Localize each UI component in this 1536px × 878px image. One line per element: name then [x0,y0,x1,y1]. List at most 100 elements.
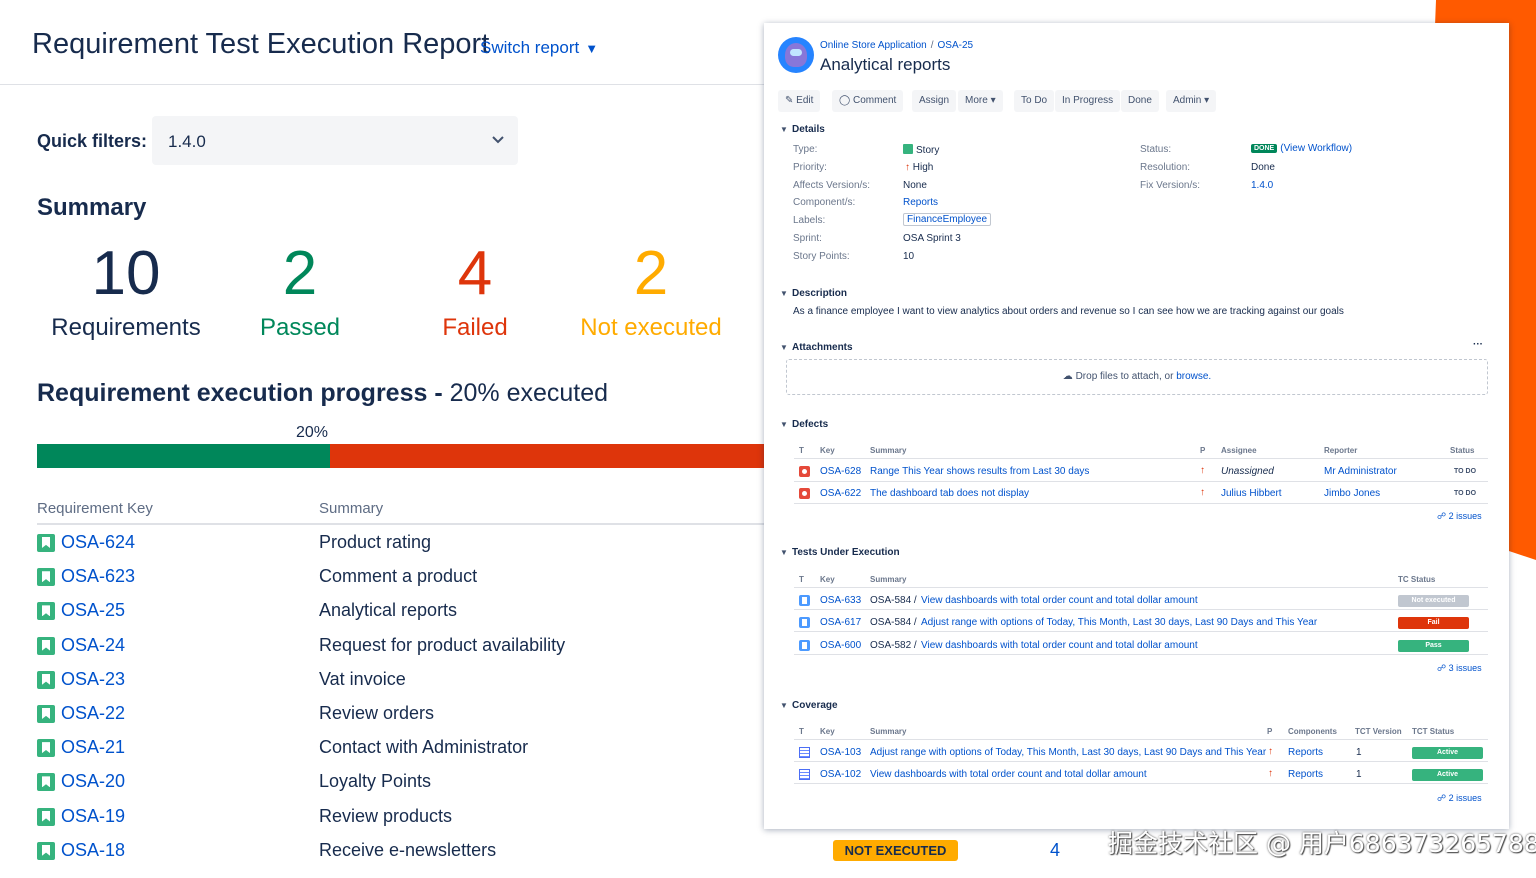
requirement-key-link[interactable]: OSA-22 [61,703,125,724]
breadcrumb-issue-key[interactable]: OSA-25 [938,40,974,51]
test-icon [799,640,810,654]
view-workflow-link[interactable]: (View Workflow) [1280,143,1352,154]
requirement-key-link[interactable]: OSA-23 [61,669,125,690]
breadcrumb-project[interactable]: Online Store Application [820,40,927,51]
requirement-summary: Vat invoice [319,668,406,689]
table-divider [794,481,1488,482]
defect-summary-link[interactable]: The dashboard tab does not display [870,488,1029,499]
attachments-more-button[interactable]: ··· [1473,339,1483,350]
test-icon [799,595,810,609]
defect-reporter-link[interactable]: Jimbo Jones [1324,488,1380,499]
coverage-component-link[interactable]: Reports [1288,769,1323,780]
browse-link[interactable]: browse. [1176,371,1211,382]
status-value: DONE (View Workflow) [1251,143,1352,154]
affects-label: Affects Version/s: [793,180,871,191]
requirement-key-link[interactable]: OSA-624 [61,532,135,553]
details-section-toggle[interactable]: ▼ Details [780,124,825,135]
admin-label: Admin [1173,95,1202,106]
requirement-key-link[interactable]: OSA-25 [61,600,125,621]
story-icon [37,670,55,689]
table-divider [794,609,1488,610]
comment-icon: ◯ [839,95,851,106]
defect-assignee-link[interactable]: Julius Hibbert [1221,488,1282,499]
story-icon [37,704,55,723]
affects-value: None [903,180,927,191]
edit-button[interactable]: ✎ Edit [778,90,821,112]
column-header: TCT Status [1412,727,1455,736]
requirement-key-link[interactable]: OSA-19 [61,806,125,827]
to-do-button[interactable]: To Do [1014,90,1055,112]
column-header: Key [820,727,835,736]
component-link[interactable]: Reports [903,197,938,208]
test-key-link[interactable]: OSA-617 [820,617,861,628]
resolution-label: Resolution: [1140,162,1191,173]
requirement-summary: Contact with Administrator [319,737,529,758]
requirement-key-link[interactable]: OSA-24 [61,635,125,656]
story-icon [37,602,55,621]
breadcrumb: Online Store Application / OSA-25 [820,40,973,51]
coverage-count-text: 2 issues [1448,793,1482,803]
column-header: T [799,727,804,736]
admin-button[interactable]: Admin ▾ [1166,90,1217,112]
test-summary-link[interactable]: Adjust range with options of Today, This… [921,617,1317,628]
comment-button[interactable]: ◯ Comment [832,90,904,112]
coverage-key-link[interactable]: OSA-103 [820,747,861,758]
label-tag[interactable]: FinanceEmployee [903,213,992,226]
defect-key-link[interactable]: OSA-622 [820,488,861,499]
defect-key-link[interactable]: OSA-628 [820,466,861,477]
coverage-summary-link[interactable]: Adjust range with options of Today, This… [870,747,1266,758]
sprint-label: Sprint: [793,233,822,244]
progress-title: Requirement execution progress - 20% exe… [37,379,608,408]
progress-percent-label: 20% [296,424,329,441]
progress-title-sep: - [427,379,450,407]
column-header: P [1267,727,1273,736]
issue-title: Analytical reports [820,55,951,74]
test-summary-link[interactable]: View dashboards with total order count a… [921,640,1198,651]
requirement-key-link[interactable]: OSA-21 [61,737,125,758]
coverage-key-link[interactable]: OSA-102 [820,769,861,780]
test-summary-link[interactable]: View dashboards with total order count a… [921,595,1198,606]
description-section-toggle[interactable]: ▼ Description [780,288,847,299]
switch-report-button[interactable]: Switch report ▼ [480,38,598,58]
defects-section-toggle[interactable]: ▼ Defects [780,419,828,430]
tests-count-link[interactable]: ☍ 3 issues [1437,663,1482,674]
table-divider [794,654,1488,655]
requirement-summary: Review orders [319,702,435,723]
more-button[interactable]: More ▾ [958,90,1003,112]
stat-label: Requirements [51,314,201,341]
status-badge: NOT EXECUTED [833,840,958,861]
defect-reporter-link[interactable]: Mr Administrator [1324,466,1397,477]
table-divider [794,587,1488,588]
quick-filter-select[interactable]: 1.4.0 [152,116,518,165]
stat-passed: 2 Passed [200,238,400,342]
requirement-summary: Review products [319,805,453,826]
coverage-section-toggle[interactable]: ▼ Coverage [780,700,838,711]
attachments-section-toggle[interactable]: ▼ Attachments [780,342,853,353]
attachments-heading: Attachments [792,342,853,353]
requirement-key-link[interactable]: OSA-623 [61,566,135,587]
fix-version-link[interactable]: 1.4.0 [1251,180,1273,191]
requirement-key-link[interactable]: OSA-20 [61,771,125,792]
test-key-link[interactable]: OSA-633 [820,595,861,606]
column-header: T [799,575,804,584]
done-button[interactable]: Done [1121,90,1159,112]
coverage-status-badge: Active [1412,769,1483,781]
tests-section-toggle[interactable]: ▼ Tests Under Execution [780,547,900,558]
story-icon [37,636,55,655]
coverage-count-link[interactable]: ☍ 2 issues [1437,793,1482,804]
assign-button[interactable]: Assign [912,90,957,112]
test-key-link[interactable]: OSA-600 [820,640,861,651]
attachment-dropzone[interactable]: ☁ Drop files to attach, or browse. [786,359,1488,395]
stat-label: Not executed [580,314,722,341]
test-icon [799,617,810,631]
bug-icon [799,466,810,480]
defects-count-link[interactable]: ☍ 2 issues [1437,511,1482,522]
in-progress-button[interactable]: In Progress [1055,90,1121,112]
story-points-label: Story Points: [793,251,850,262]
coverage-summary-link[interactable]: View dashboards with total order count a… [870,769,1147,780]
test-count-link[interactable]: 4 [1050,840,1060,861]
coverage-component-link[interactable]: Reports [1288,747,1323,758]
more-label: More [965,95,988,106]
requirement-key-link[interactable]: OSA-18 [61,840,125,861]
defect-summary-link[interactable]: Range This Year shows results from Last … [870,466,1089,477]
